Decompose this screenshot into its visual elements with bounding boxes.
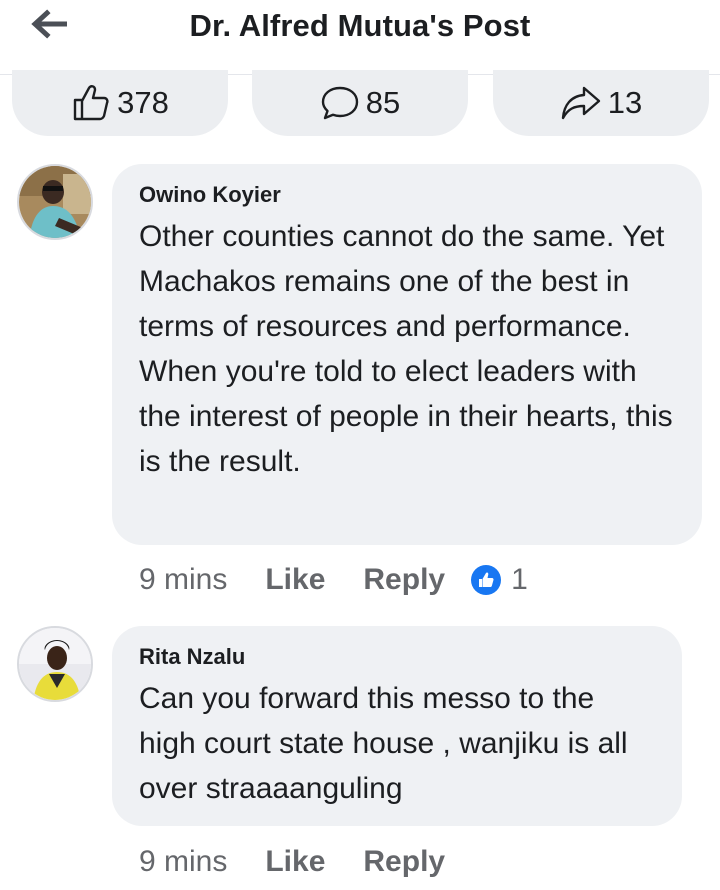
reaction-count: 1	[511, 563, 528, 596]
post-header: Dr. Alfred Mutua's Post	[0, 0, 720, 75]
like-button[interactable]: Like	[265, 563, 325, 597]
comment-text: Can you forward this messo to the high c…	[139, 682, 628, 805]
comment-bubble-icon	[321, 86, 358, 120]
comment-timestamp: 9 mins	[139, 563, 228, 596]
share-arrow-icon	[561, 86, 600, 120]
comment-actions: 9 mins Like Reply	[139, 840, 483, 884]
comment-author[interactable]: Owino Koyier	[139, 182, 676, 208]
thumbs-up-icon	[73, 85, 109, 121]
like-reaction-icon	[471, 565, 502, 595]
comment-bubble: Rita Nzalu Can you forward this messo to…	[112, 626, 682, 826]
profile-photo	[19, 628, 91, 700]
like-count: 378	[117, 85, 169, 120]
like-count-button[interactable]: 378	[12, 70, 228, 136]
avatar[interactable]	[17, 626, 93, 702]
comment-author[interactable]: Rita Nzalu	[139, 644, 656, 670]
page-title: Dr. Alfred Mutua's Post	[189, 8, 531, 43]
comment-count-button[interactable]: 85	[252, 70, 468, 136]
comment-count: 85	[365, 85, 401, 120]
profile-photo	[19, 166, 91, 238]
reaction-summary[interactable]: 1	[471, 563, 528, 597]
like-button[interactable]: Like	[265, 845, 325, 879]
comment-actions: 9 mins Like Reply 1	[139, 558, 528, 602]
share-count: 13	[607, 85, 643, 120]
comment-bubble: Owino Koyier Other counties cannot do th…	[112, 164, 702, 545]
reply-button[interactable]: Reply	[363, 563, 445, 597]
comment-text: Other counties cannot do the same. Yet M…	[139, 220, 673, 478]
reply-button[interactable]: Reply	[363, 845, 445, 879]
share-count-button[interactable]: 13	[493, 70, 709, 136]
comment-timestamp: 9 mins	[139, 845, 228, 878]
avatar[interactable]	[17, 164, 93, 240]
